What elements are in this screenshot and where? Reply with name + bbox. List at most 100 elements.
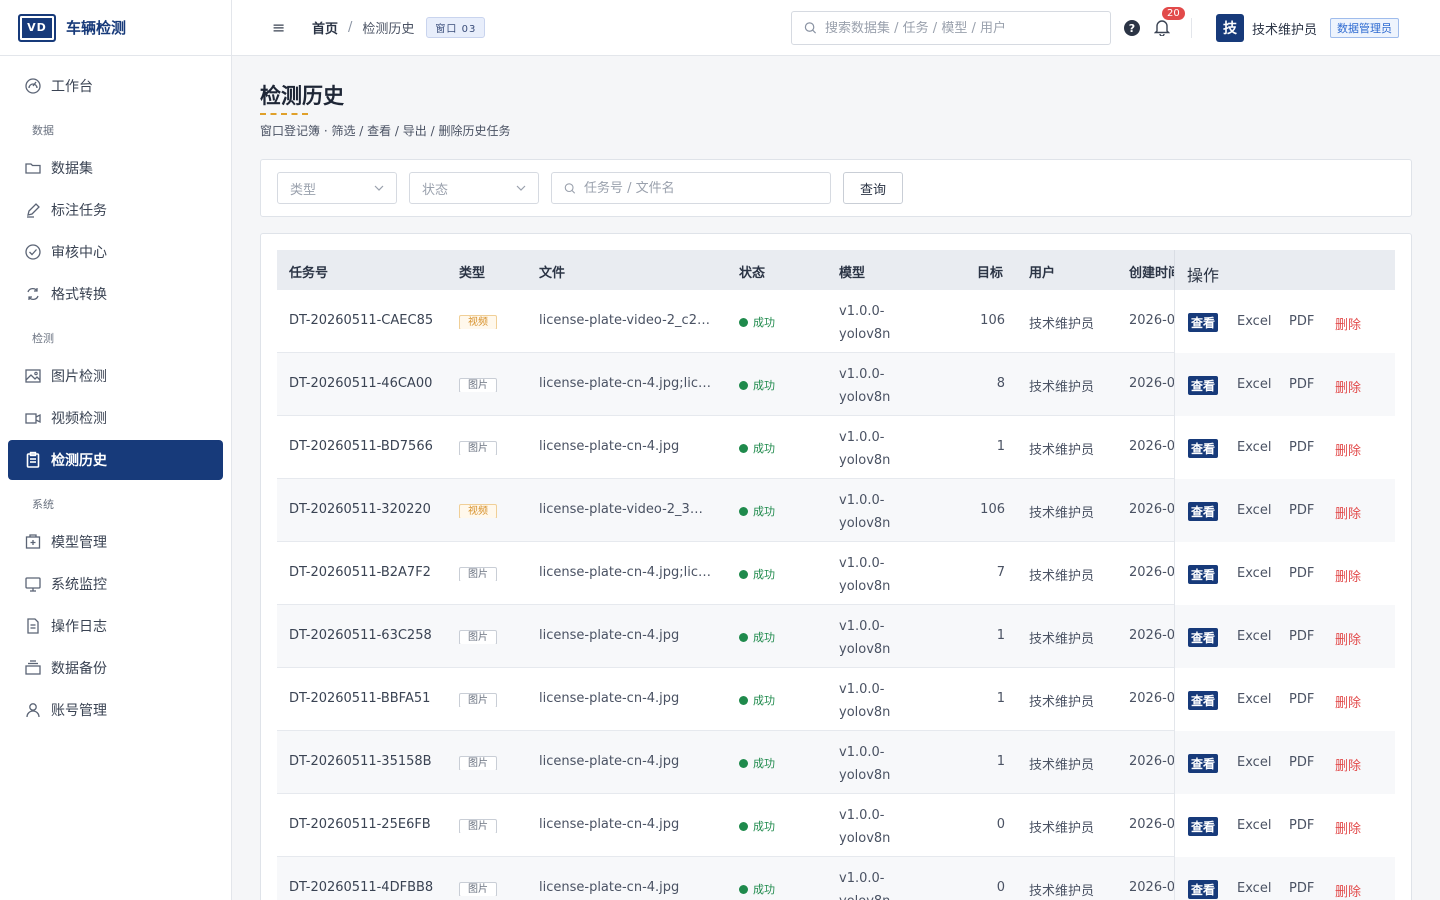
- sidebar-group-title: 数据: [32, 124, 54, 137]
- export-pdf-button[interactable]: PDF: [1289, 314, 1314, 329]
- file-name: license-plate-cn-4.jpg: [539, 628, 680, 643]
- export-pdf-button[interactable]: PDF: [1289, 503, 1314, 518]
- table-row: DT-20260511-46CA00 图片 license-plate-cn-4.j…: [277, 353, 1395, 416]
- model-name: yolov8n: [839, 516, 891, 531]
- delete-button[interactable]: 删除: [1335, 566, 1361, 585]
- target-count: 0: [996, 817, 1005, 832]
- export-excel-button[interactable]: Excel: [1237, 566, 1271, 581]
- view-button[interactable]: 查看: [1188, 817, 1219, 836]
- row-actions: 查看 Excel PDF 删除: [1174, 731, 1395, 794]
- export-excel-button[interactable]: Excel: [1237, 377, 1271, 392]
- file-name: license-plate-cn-4.jpg: [539, 439, 680, 454]
- column-header-type[interactable]: 类型: [459, 262, 485, 281]
- status-select[interactable]: 状态: [409, 172, 539, 204]
- export-pdf-button[interactable]: PDF: [1289, 440, 1314, 455]
- sidebar-item-model[interactable]: 模型管理: [8, 522, 223, 562]
- global-search[interactable]: [791, 11, 1111, 45]
- clipboard-icon: [24, 451, 42, 469]
- status-badge: 成功: [739, 881, 775, 897]
- view-button[interactable]: 查看: [1188, 502, 1219, 521]
- role-badge: 数据管理员: [1330, 18, 1399, 38]
- export-excel-button[interactable]: Excel: [1237, 314, 1271, 329]
- sidebar-item-log[interactable]: 操作日志: [8, 606, 223, 646]
- export-pdf-button[interactable]: PDF: [1289, 692, 1314, 707]
- type-select[interactable]: 类型: [277, 172, 397, 204]
- sidebar-item-backup[interactable]: 数据备份: [8, 648, 223, 688]
- view-button[interactable]: 查看: [1188, 754, 1219, 773]
- export-excel-button[interactable]: Excel: [1237, 503, 1271, 518]
- export-excel-button[interactable]: Excel: [1237, 755, 1271, 770]
- sidebar-item-convert[interactable]: 格式转换: [8, 274, 223, 314]
- user-name[interactable]: 技术维护员: [1252, 19, 1317, 38]
- bell-icon[interactable]: [1154, 18, 1170, 36]
- target-count: 1: [996, 691, 1005, 706]
- column-header-file[interactable]: 文件: [539, 262, 565, 281]
- delete-button[interactable]: 删除: [1335, 755, 1361, 774]
- row-actions: 查看 Excel PDF 删除: [1174, 542, 1395, 605]
- view-button[interactable]: 查看: [1188, 376, 1219, 395]
- task-search-input[interactable]: [584, 180, 830, 196]
- dashboard-icon: [24, 77, 42, 95]
- page-subtitle: 窗口登记簿 · 筛选 / 查看 / 导出 / 删除历史任务: [260, 124, 511, 138]
- file-name: license-plate-cn-4.jpg: [539, 691, 680, 706]
- column-header-target[interactable]: 目标: [977, 262, 1003, 281]
- sidebar-item-dashboard[interactable]: 工作台: [8, 66, 223, 106]
- column-header-status[interactable]: 状态: [739, 262, 765, 281]
- help-icon[interactable]: ?: [1124, 20, 1140, 36]
- delete-button[interactable]: 删除: [1335, 377, 1361, 396]
- status-badge: 成功: [739, 755, 775, 771]
- export-excel-button[interactable]: Excel: [1237, 881, 1271, 896]
- task-search[interactable]: [551, 172, 831, 204]
- status-text: 成功: [753, 442, 775, 455]
- export-pdf-button[interactable]: PDF: [1289, 818, 1314, 833]
- breadcrumb-home[interactable]: 首页: [312, 18, 338, 37]
- export-pdf-button[interactable]: PDF: [1289, 629, 1314, 644]
- type-tag: 图片: [459, 882, 497, 896]
- column-header-task-id[interactable]: 任务号: [289, 262, 328, 281]
- export-pdf-button[interactable]: PDF: [1289, 377, 1314, 392]
- target-count: 1: [996, 439, 1005, 454]
- status-dot: [739, 884, 748, 894]
- export-pdf-button[interactable]: PDF: [1289, 881, 1314, 896]
- pen-icon: [24, 201, 42, 219]
- type-tag: 图片: [459, 567, 497, 581]
- export-pdf-button[interactable]: PDF: [1289, 755, 1314, 770]
- breadcrumb-separator: /: [348, 20, 353, 35]
- sidebar-item-folder[interactable]: 数据集: [8, 148, 223, 188]
- global-search-input[interactable]: [825, 20, 1110, 36]
- view-button[interactable]: 查看: [1188, 691, 1219, 710]
- export-excel-button[interactable]: Excel: [1237, 440, 1271, 455]
- delete-button[interactable]: 删除: [1335, 629, 1361, 648]
- delete-button[interactable]: 删除: [1335, 503, 1361, 522]
- view-button[interactable]: 查看: [1188, 628, 1219, 647]
- view-button[interactable]: 查看: [1188, 439, 1219, 458]
- export-excel-button[interactable]: Excel: [1237, 629, 1271, 644]
- sidebar-item-check-circle[interactable]: 审核中心: [8, 232, 223, 272]
- sidebar-item-video[interactable]: 视频检测: [8, 398, 223, 438]
- export-excel-button[interactable]: Excel: [1237, 818, 1271, 833]
- sidebar-item-user[interactable]: 账号管理: [8, 690, 223, 730]
- sidebar-item-pen[interactable]: 标注任务: [8, 190, 223, 230]
- view-button[interactable]: 查看: [1188, 565, 1219, 584]
- delete-button[interactable]: 删除: [1335, 440, 1361, 459]
- delete-button[interactable]: 删除: [1335, 818, 1361, 837]
- export-pdf-button[interactable]: PDF: [1289, 566, 1314, 581]
- created-time: 2026-05: [1129, 502, 1174, 517]
- sidebar-item-clipboard[interactable]: 检测历史: [8, 440, 223, 480]
- table-row: DT-20260511-BD7566 图片 license-plate-cn-4.j…: [277, 416, 1395, 479]
- created-time: 2026-05: [1129, 313, 1174, 328]
- column-header-user[interactable]: 用户: [1029, 262, 1055, 281]
- column-header-model[interactable]: 模型: [839, 262, 865, 281]
- delete-button[interactable]: 删除: [1335, 692, 1361, 711]
- avatar[interactable]: 技: [1216, 14, 1244, 42]
- sidebar-item-monitor[interactable]: 系统监控: [8, 564, 223, 604]
- sidebar-item-image[interactable]: 图片检测: [8, 356, 223, 396]
- view-button[interactable]: 查看: [1188, 313, 1219, 332]
- view-button[interactable]: 查看: [1188, 880, 1219, 899]
- menu-toggle-icon[interactable]: ≡: [272, 18, 290, 37]
- delete-button[interactable]: 删除: [1335, 314, 1361, 333]
- export-excel-button[interactable]: Excel: [1237, 692, 1271, 707]
- file-name: license-plate-cn-4.jpg: [539, 880, 680, 895]
- delete-button[interactable]: 删除: [1335, 881, 1361, 900]
- query-button[interactable]: 查询: [843, 172, 903, 204]
